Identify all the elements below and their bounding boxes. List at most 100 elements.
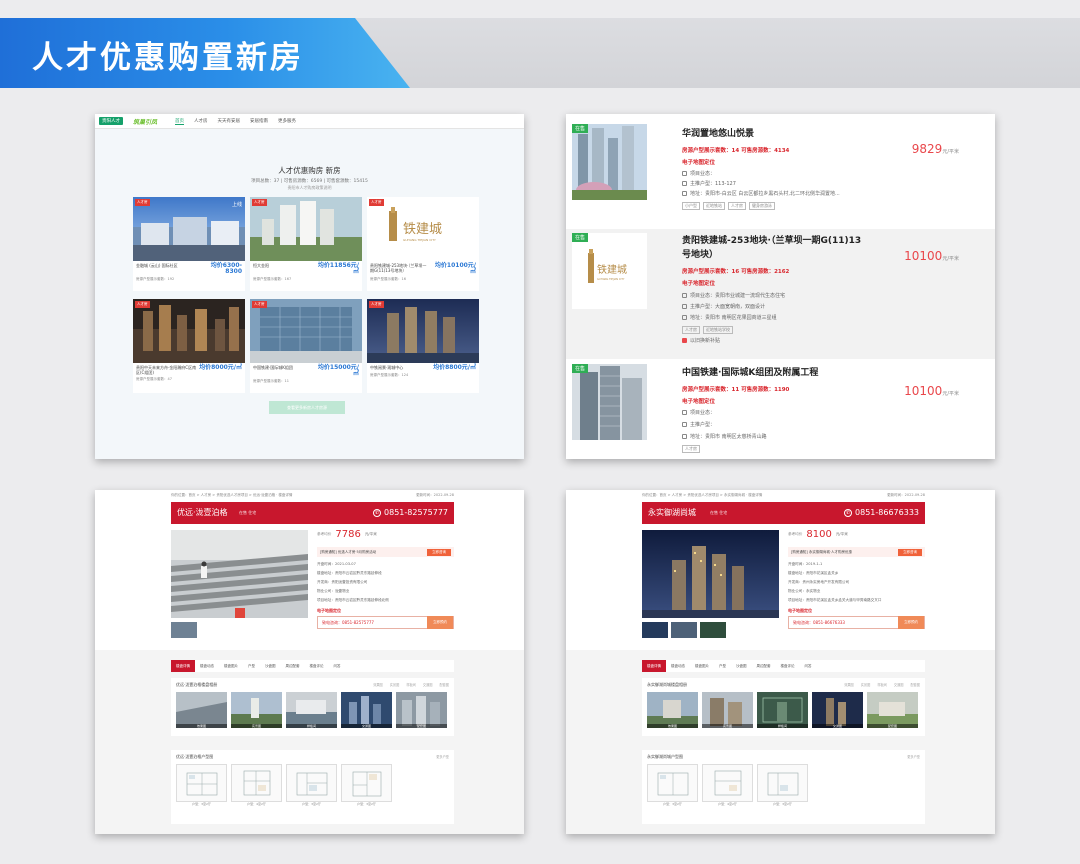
tab-news[interactable]: 楼盘动态 — [195, 660, 219, 672]
map-link[interactable]: 电子地图定位 — [682, 279, 715, 287]
tab-photos[interactable]: 楼盘图片 — [690, 660, 714, 672]
floorplan-item[interactable]: 户型：4室2厅 — [231, 764, 282, 806]
nav-home[interactable]: 首页 — [175, 118, 185, 125]
card-name[interactable]: 金融城 (云山) 国际社区 — [136, 263, 196, 268]
tab-reviews[interactable]: 楼盘评论 — [776, 660, 800, 672]
album-tab[interactable]: 配套图 — [439, 682, 449, 688]
consult-button[interactable]: 立即咨询 — [898, 548, 922, 556]
project-photo[interactable]: 人才房 — [367, 299, 479, 363]
album-tab[interactable]: 配套图 — [910, 682, 920, 688]
thumbnail[interactable] — [671, 622, 697, 638]
reserve-button[interactable]: 立即预约 — [898, 616, 924, 629]
tab-facilities[interactable]: 周边配套 — [281, 660, 305, 672]
card-name[interactable]: 中铁阅景·观城中心 — [370, 365, 432, 370]
more-projects-button[interactable]: 查看更多新房人才房源 — [269, 401, 345, 414]
nav-more[interactable]: 更多服务 — [278, 118, 296, 124]
thumbnail[interactable] — [171, 622, 197, 638]
album-photo[interactable]: 实景图 — [231, 692, 282, 728]
project-card[interactable]: 人才房 恒大金阳 均价11856元/㎡ 房源户型展示套数：167 — [250, 197, 362, 291]
site-badge[interactable]: 贵阳人才 — [99, 117, 123, 125]
more-floorplans-link[interactable]: 更多户型 — [436, 754, 449, 760]
project-title[interactable]: 贵阳铁建城-253地块·（兰草坝一期G(11)13号地块） — [682, 234, 862, 262]
tab-details[interactable]: 楼盘详情 — [171, 660, 195, 672]
tab-news[interactable]: 楼盘动态 — [666, 660, 690, 672]
album-photo[interactable]: 交通图 — [812, 692, 863, 728]
main-photo[interactable] — [642, 530, 779, 618]
project-title[interactable]: 中国铁建·国际城K组团及附属工程 — [682, 366, 862, 380]
list-item[interactable]: 铁建城 GUIYANG TIEJIAN CITY 在售 贵阳铁建城-253地块·… — [566, 229, 995, 359]
tab-layouts[interactable]: 户型 — [243, 660, 260, 672]
album-photo[interactable]: 交通图 — [341, 692, 392, 728]
tab-layouts[interactable]: 户型 — [714, 660, 731, 672]
breadcrumb[interactable]: 你的位置：首页 > 人才房 > 贵阳优选人才房项目 > 优远·泷壹泊格 · 楼盘… — [171, 493, 292, 498]
main-photo[interactable] — [171, 530, 308, 618]
card-name[interactable]: 中国铁建·国际城K组团 — [253, 365, 313, 370]
map-link[interactable]: 电子地图定位 — [788, 608, 925, 614]
site-logo[interactable]: 筑巢引凤 — [133, 117, 157, 126]
reserve-button[interactable]: 立即预约 — [427, 616, 453, 629]
tab-sandtable[interactable]: 沙盘图 — [731, 660, 752, 672]
album-tab[interactable]: 样板间 — [406, 682, 416, 688]
album-photo[interactable]: 样板间 — [286, 692, 337, 728]
project-card[interactable]: 人才房 贵阳中天未来方舟·金阳瀚府C区南区(C组团) 均价8000元/㎡ 房源户… — [133, 299, 245, 393]
nav-talent-housing[interactable]: 人才房 — [194, 118, 208, 124]
project-card[interactable]: 人才房 中铁阅景·观城中心 均价8800元/㎡ 房源户型展示套数：124 — [367, 299, 479, 393]
tab-qa[interactable]: 问答 — [800, 660, 817, 672]
phone-number[interactable]: ✆ 0851-86676333 — [844, 508, 919, 517]
album-photo[interactable]: 实景图 — [702, 692, 753, 728]
project-photo[interactable]: 人才房 — [250, 197, 362, 261]
project-photo[interactable]: 人才房 上线 — [133, 197, 245, 261]
album-photo[interactable]: 配套图 — [396, 692, 447, 728]
project-thumbnail[interactable]: 铁建城 GUIYANG TIEJIAN CITY — [572, 233, 647, 309]
card-name[interactable]: 贵阳铁建城-253地块·（兰草坝一期G(11)13号地块） — [370, 263, 430, 273]
card-name[interactable]: 恒大金阳 — [253, 263, 313, 268]
album-photo[interactable]: 样板间 — [757, 692, 808, 728]
album-tab[interactable]: 实景图 — [861, 682, 871, 688]
album-tab[interactable]: 效果图 — [373, 682, 383, 688]
floorplan-item[interactable]: 户型：3室2厅 — [286, 764, 337, 806]
list-item[interactable]: 在售 中国铁建·国际城K组团及附属工程 房源户型展示套数：11 可售房源数：11… — [566, 364, 995, 459]
tab-reviews[interactable]: 楼盘评论 — [305, 660, 329, 672]
call-text[interactable]: 致电咨询：0851-86676333 — [793, 620, 845, 626]
album-tab[interactable]: 交通图 — [423, 682, 433, 688]
floorplan-item[interactable]: 户型：3室2厅 — [647, 764, 698, 806]
policy-link[interactable]: 贵阳市人才购房政策说明 — [95, 185, 524, 191]
album-photo[interactable]: 效果图 — [647, 692, 698, 728]
project-photo[interactable]: 人才房 — [250, 299, 362, 363]
thumbnail[interactable] — [700, 622, 726, 638]
card-name[interactable]: 贵阳中天未来方舟·金阳瀚府C区南区(C组团) — [136, 365, 198, 375]
project-card[interactable]: 铁建城 GUIYANG TIEJIAN CITY 人才房 贵阳铁建城-253地块… — [367, 197, 479, 291]
map-link[interactable]: 电子地图定位 — [317, 608, 454, 614]
project-photo[interactable]: 铁建城 GUIYANG TIEJIAN CITY 人才房 — [367, 197, 479, 261]
project-card[interactable]: 人才房 中国铁建·国际城K组团 均价15000元/㎡ 房源户型展示套数：11 — [250, 299, 362, 393]
tab-facilities[interactable]: 周边配套 — [752, 660, 776, 672]
floorplan-item[interactable]: 户型：4室2厅 — [702, 764, 753, 806]
album-tab[interactable]: 样板间 — [877, 682, 887, 688]
project-thumbnail[interactable] — [572, 364, 647, 440]
tab-sandtable[interactable]: 沙盘图 — [260, 660, 281, 672]
album-tab[interactable]: 实景图 — [390, 682, 400, 688]
album-photo[interactable]: 配套图 — [867, 692, 918, 728]
album-photo[interactable]: 效果图 — [176, 692, 227, 728]
tab-qa[interactable]: 问答 — [329, 660, 346, 672]
nav-guide[interactable]: 安居指南 — [250, 118, 268, 124]
breadcrumb[interactable]: 你的位置：首页 > 人才房 > 贵阳优选人才房项目 > 永实御湖尚城 · 楼盘详… — [642, 493, 762, 498]
floorplan-item[interactable]: 户型：3室2厅 — [757, 764, 808, 806]
floorplan-item[interactable]: 户型：3室2厅 — [176, 764, 227, 806]
tab-details[interactable]: 楼盘详情 — [642, 660, 666, 672]
map-link[interactable]: 电子地图定位 — [682, 158, 715, 166]
project-thumbnail[interactable] — [572, 124, 647, 200]
thumbnail[interactable] — [642, 622, 668, 638]
more-floorplans-link[interactable]: 更多户型 — [907, 754, 920, 760]
nav-daily-housing[interactable]: 天天有安居 — [218, 118, 241, 124]
project-title[interactable]: 华润置地悠山悦景 — [682, 127, 862, 141]
call-text[interactable]: 致电咨询：0851-82575777 — [322, 620, 374, 626]
project-photo[interactable]: 人才房 — [133, 299, 245, 363]
floorplan-item[interactable]: 户型：3室2厅 — [341, 764, 392, 806]
map-link[interactable]: 电子地图定位 — [682, 397, 715, 405]
album-tab[interactable]: 交通图 — [894, 682, 904, 688]
consult-button[interactable]: 立即咨询 — [427, 548, 451, 556]
phone-number[interactable]: ✆ 0851-82575777 — [373, 508, 448, 517]
tab-photos[interactable]: 楼盘图片 — [219, 660, 243, 672]
album-tab[interactable]: 效果图 — [844, 682, 854, 688]
